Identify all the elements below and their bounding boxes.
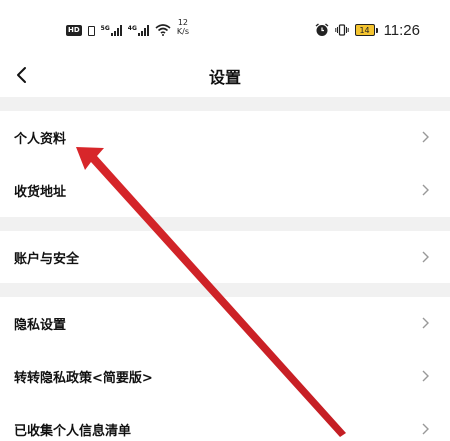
status-time: 11:26 (383, 21, 420, 39)
settings-item-label: 收货地址 (14, 184, 67, 200)
section-divider (0, 283, 450, 297)
nav-bar: 设置 (0, 56, 450, 96)
settings-item-privacy-policy[interactable]: 转转隐私政策<简要版> (0, 350, 450, 402)
chevron-right-icon (422, 131, 429, 143)
settings-item-label: 个人资料 (14, 131, 67, 147)
battery-level: 14 (354, 24, 375, 36)
chevron-right-icon (422, 423, 429, 435)
vibrate-icon (334, 24, 349, 36)
settings-item-label: 账户与安全 (14, 251, 80, 267)
status-bar: HD 5G 4G 12 K/s 14 11:26 (0, 0, 450, 56)
alarm-icon (315, 23, 328, 36)
sim-card-icon (87, 26, 95, 36)
section-divider (0, 217, 450, 231)
settings-item-label: 转转隐私政策<简要版> (14, 370, 153, 386)
settings-item-label: 隐私设置 (14, 317, 67, 333)
signal-4g-label: 4G (127, 25, 137, 32)
chevron-right-icon (422, 370, 429, 382)
battery-icon: 14 (354, 24, 378, 36)
signal-5g-label: 5G (100, 25, 110, 32)
signal-5g-icon: 5G (101, 25, 122, 36)
settings-item-label: 已收集个人信息清单 (14, 423, 132, 439)
settings-item-shipping-address[interactable]: 收货地址 (0, 164, 450, 216)
chevron-right-icon (422, 251, 429, 263)
chevron-right-icon (422, 317, 429, 329)
speed-value: 12 (177, 18, 189, 27)
page-title: 设置 (208, 68, 241, 87)
chevron-right-icon (422, 184, 429, 196)
settings-item-account-security[interactable]: 账户与安全 (0, 231, 450, 283)
network-speed: 12 K/s (177, 18, 189, 36)
signal-4g-icon: 4G (128, 25, 149, 36)
hd-badge: HD (66, 25, 82, 36)
speed-unit: K/s (176, 27, 189, 36)
settings-item-collected-info[interactable]: 已收集个人信息清单 (0, 403, 450, 441)
wifi-icon (155, 24, 171, 36)
settings-item-privacy[interactable]: 隐私设置 (0, 297, 450, 349)
status-left: HD 5G 4G 12 K/s (66, 16, 189, 36)
status-right: 14 11:26 (315, 21, 420, 39)
settings-item-profile[interactable]: 个人资料 (0, 111, 450, 163)
section-divider (0, 97, 450, 111)
